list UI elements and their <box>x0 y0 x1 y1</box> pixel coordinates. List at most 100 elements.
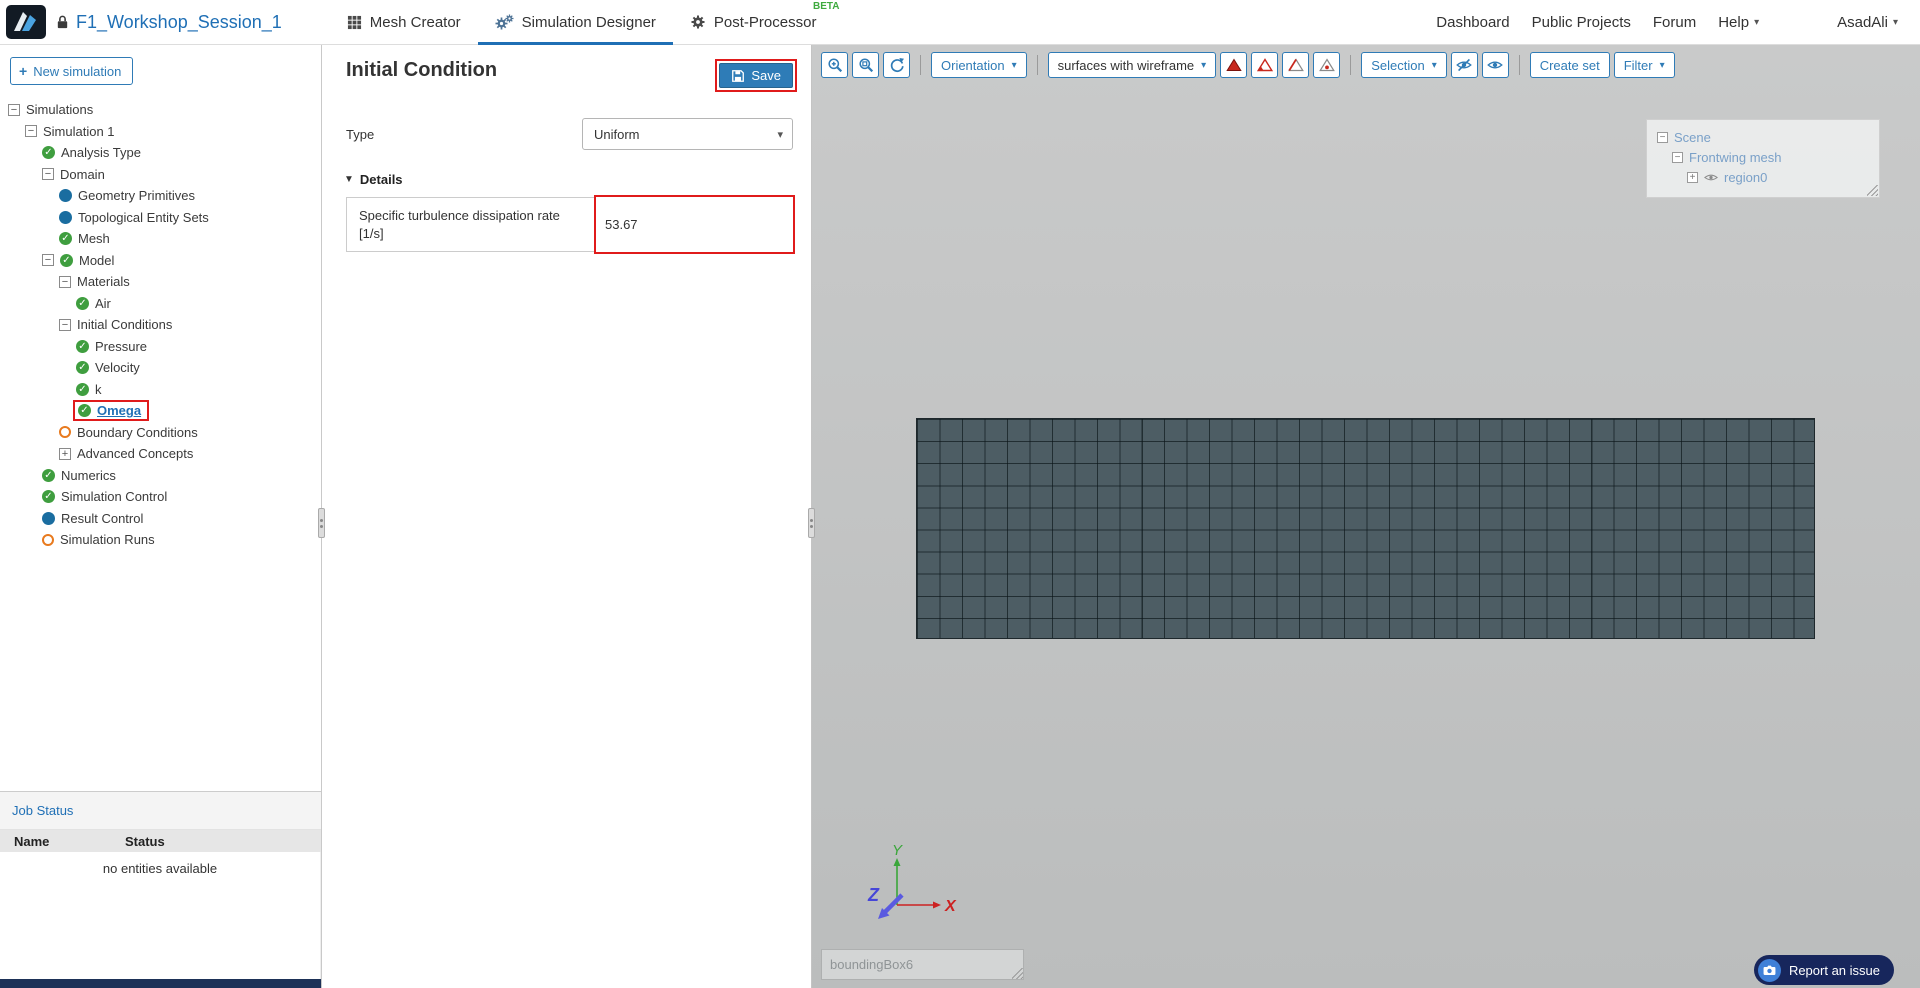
type-select[interactable]: Uniform ▾ <box>582 118 793 150</box>
tree-item-numerics[interactable]: ✓ Numerics <box>0 465 321 487</box>
surfaces-with-wireframe-select[interactable]: surfaces with wireframe ▾ <box>1047 52 1217 78</box>
tree-item-label[interactable]: Boundary Conditions <box>77 425 198 440</box>
tree-item-label[interactable]: Air <box>95 296 111 311</box>
nav-forum[interactable]: Forum <box>1653 14 1696 31</box>
viewport-canvas[interactable]: Orientation ▾ surfaces with wireframe ▾ Sele… <box>812 45 1920 988</box>
nav-public-projects[interactable]: Public Projects <box>1532 14 1631 31</box>
tab-post-processor[interactable]: Post-Processor BETA <box>673 0 839 45</box>
tree-item-geometry-primitives[interactable]: Geometry Primitives <box>0 185 321 207</box>
expand-toggle-icon[interactable]: + <box>59 447 71 460</box>
app-header: F1_Workshop_Session_1 Mesh Creator Simul… <box>0 0 1920 45</box>
tree-item-label[interactable]: k <box>95 382 102 397</box>
collapse-toggle-icon[interactable]: − <box>59 275 71 288</box>
tree-item-k[interactable]: ✓ k <box>0 379 321 401</box>
tree-item-boundary-conditions[interactable]: Boundary Conditions <box>0 422 321 444</box>
tree-item-air[interactable]: ✓ Air <box>0 293 321 315</box>
tree-item-model[interactable]: − ✓ Model <box>0 250 321 272</box>
tree-item-label[interactable]: Pressure <box>95 339 147 354</box>
omega-value-input[interactable] <box>594 195 795 255</box>
tree-item-simulation-control[interactable]: ✓ Simulation Control <box>0 486 321 508</box>
collapse-toggle-icon[interactable]: − <box>42 168 54 181</box>
collapse-toggle-icon[interactable]: − <box>25 125 37 138</box>
tree-item-label[interactable]: Geometry Primitives <box>78 188 195 203</box>
tree-item-label[interactable]: Simulation 1 <box>43 124 115 139</box>
tree-item-label[interactable]: Mesh <box>78 231 110 246</box>
check-status-icon: ✓ <box>60 253 73 267</box>
tree-item-domain[interactable]: − Domain <box>0 164 321 186</box>
tab-simulation-designer[interactable]: Simulation Designer <box>478 0 673 45</box>
tree-item-result-control[interactable]: Result Control <box>0 508 321 530</box>
mesh-model[interactable] <box>916 418 1815 639</box>
user-menu[interactable]: AsadAli ▾ <box>1837 14 1898 31</box>
nav-help[interactable]: Help ▾ <box>1718 14 1759 31</box>
panel-splitter-handle[interactable] <box>808 508 815 538</box>
resize-handle-icon[interactable] <box>1012 968 1023 979</box>
tree-item-materials[interactable]: − Materials <box>0 271 321 293</box>
tree-item-label[interactable]: Simulation Runs <box>60 532 155 547</box>
filter-dropdown[interactable]: Filter ▾ <box>1613 52 1675 78</box>
scene-tree-label[interactable]: Scene <box>1674 130 1711 145</box>
tree-item-analysis-type[interactable]: ✓ Analysis Type <box>0 142 321 164</box>
refresh-button[interactable] <box>883 52 910 78</box>
new-simulation-button[interactable]: + New simulation <box>10 57 134 85</box>
tree-item-label[interactable]: Analysis Type <box>61 145 141 160</box>
tree-item-pressure[interactable]: ✓ Pressure <box>0 336 321 358</box>
zoom-extents-button[interactable] <box>852 52 879 78</box>
collapse-toggle-icon[interactable]: − <box>8 103 20 116</box>
eye-icon[interactable] <box>1704 172 1718 183</box>
tree-item-label[interactable]: Numerics <box>61 468 116 483</box>
tree-item-mesh[interactable]: ✓ Mesh <box>0 228 321 250</box>
zoom-in-button[interactable] <box>821 52 848 78</box>
tree-item-label[interactable]: Velocity <box>95 360 140 375</box>
bounding-box-input[interactable] <box>821 949 1024 980</box>
tree-item-simulation-runs[interactable]: Simulation Runs <box>0 529 321 551</box>
tri-solid-button[interactable] <box>1220 52 1248 78</box>
tree-item-advanced-concepts[interactable]: + Advanced Concepts <box>0 443 321 465</box>
tree-item-label[interactable]: Initial Conditions <box>77 317 172 332</box>
type-label: Type <box>346 126 375 142</box>
tree-item-label[interactable]: Materials <box>77 274 130 289</box>
tri-edge-button[interactable] <box>1282 52 1310 78</box>
selection-dropdown[interactable]: Selection ▾ <box>1361 52 1447 78</box>
scene-tree-item-frontwing-mesh[interactable]: − Frontwing mesh <box>1657 147 1871 167</box>
tree-item-omega[interactable]: ✓ Omega <box>0 400 321 422</box>
collapse-toggle-icon[interactable]: − <box>59 318 71 331</box>
collapse-toggle-icon[interactable]: − <box>1672 151 1683 163</box>
tree-item-label[interactable]: Domain <box>60 167 105 182</box>
tree-item-label[interactable]: Simulations <box>26 102 93 117</box>
expand-toggle-icon[interactable]: + <box>1687 171 1698 183</box>
create-set-button[interactable]: Create set <box>1529 52 1610 78</box>
tree-item-simulations[interactable]: − Simulations <box>0 99 321 121</box>
tree-item-label[interactable]: Advanced Concepts <box>77 446 193 461</box>
tree-item-initial-conditions[interactable]: − Initial Conditions <box>0 314 321 336</box>
tree-item-label[interactable]: Omega <box>97 403 141 418</box>
tree-item-simulation-1[interactable]: − Simulation 1 <box>0 121 321 143</box>
tree-item-label[interactable]: Topological Entity Sets <box>78 210 209 225</box>
collapse-toggle-icon[interactable]: − <box>42 254 54 267</box>
details-section-header[interactable]: ▼ Details <box>344 172 811 187</box>
tree-item-topological-entity-sets[interactable]: Topological Entity Sets <box>0 207 321 229</box>
scene-tree-label[interactable]: region0 <box>1724 170 1767 185</box>
tri-outline-button[interactable] <box>1251 52 1279 78</box>
sidebar-splitter-handle[interactable] <box>318 508 325 538</box>
tab-label: Simulation Designer <box>521 13 656 31</box>
dot-status-icon <box>59 210 72 224</box>
scene-tree-item-scene[interactable]: − Scene <box>1657 127 1871 147</box>
nav-dashboard[interactable]: Dashboard <box>1436 14 1509 31</box>
resize-handle-icon[interactable] <box>1867 185 1878 196</box>
scene-tree-item-region0[interactable]: + region0 <box>1657 167 1871 187</box>
eye-off-button[interactable] <box>1450 52 1478 78</box>
tree-item-velocity[interactable]: ✓ Velocity <box>0 357 321 379</box>
save-button[interactable]: Save <box>719 63 793 88</box>
collapse-toggle-icon[interactable]: − <box>1657 131 1668 143</box>
tab-mesh-creator[interactable]: Mesh Creator <box>330 0 478 45</box>
tree-item-label[interactable]: Simulation Control <box>61 489 167 504</box>
tri-mark-button[interactable] <box>1313 52 1341 78</box>
orientation-dropdown[interactable]: Orientation ▾ <box>931 52 1027 78</box>
eye-button[interactable] <box>1481 52 1509 78</box>
tree-item-label[interactable]: Model <box>79 253 114 268</box>
scene-tree-label[interactable]: Frontwing mesh <box>1689 150 1781 165</box>
app-logo-icon[interactable] <box>6 5 46 39</box>
report-issue-button[interactable]: Report an issue <box>1753 955 1894 985</box>
tree-item-label[interactable]: Result Control <box>61 511 143 526</box>
